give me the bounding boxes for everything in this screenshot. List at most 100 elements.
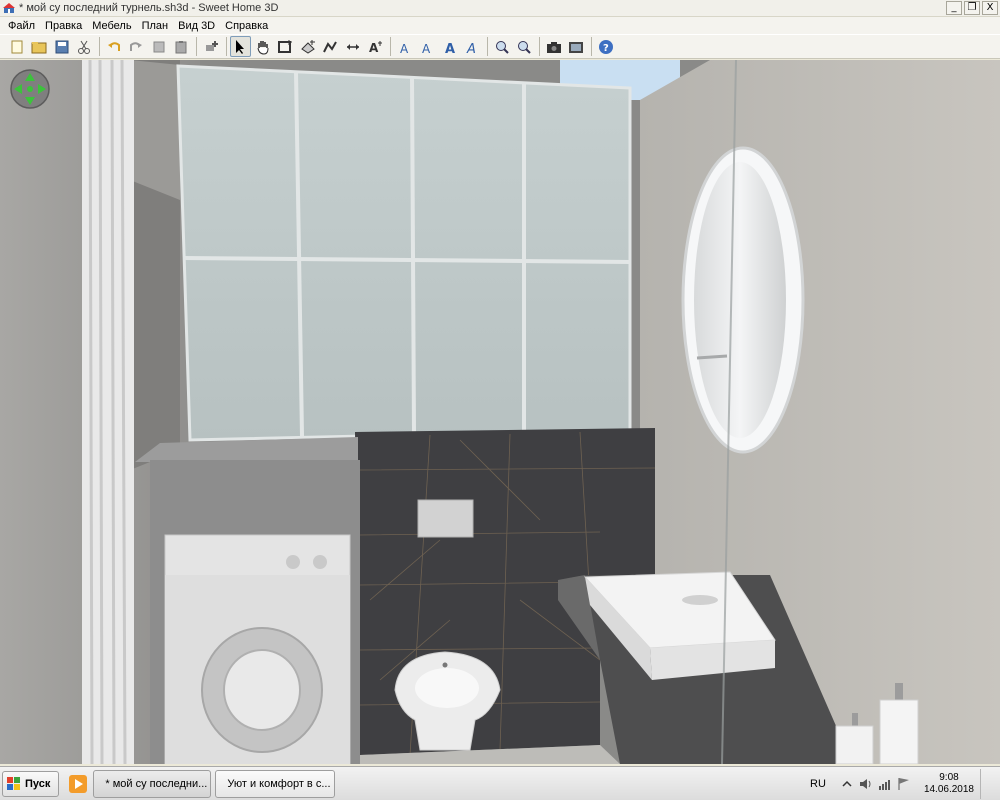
svg-text:A: A (400, 42, 409, 55)
chevron-up-icon[interactable] (840, 777, 854, 791)
create-photo-button[interactable] (543, 36, 564, 57)
taskbar: Пуск * мой су последни... Y Уют и комфор… (0, 766, 1000, 800)
pan-mode-button[interactable] (252, 36, 273, 57)
create-dimensions-button[interactable] (342, 36, 363, 57)
redo-icon (130, 41, 142, 51)
taskbar-item-label: Уют и комфорт в с... (227, 777, 331, 790)
open-button[interactable] (29, 36, 50, 57)
windows-logo-icon (7, 776, 20, 790)
increase-text-icon: A (400, 42, 409, 55)
3d-view-canvas[interactable] (0, 60, 1000, 764)
close-button[interactable]: X (982, 1, 998, 15)
create-polylines-button[interactable] (320, 36, 341, 57)
maximize-button[interactable]: ❐ (964, 1, 980, 15)
toolbar-separator (390, 37, 391, 56)
toolbar-separator (99, 37, 100, 56)
undo-icon (107, 41, 120, 51)
dimension-icon (346, 43, 359, 50)
add-text-button[interactable]: A (365, 36, 386, 57)
svg-text:A: A (422, 42, 431, 55)
svg-text:A: A (369, 41, 379, 55)
new-home-button[interactable] (6, 36, 27, 57)
zoom-in-button[interactable] (491, 36, 512, 57)
menu-plan[interactable]: План (137, 20, 174, 32)
select-mode-button[interactable] (229, 36, 251, 57)
save-button[interactable] (51, 36, 72, 57)
toolbar: A A A A A ? (0, 34, 1000, 59)
paste-button[interactable] (171, 36, 192, 57)
redo-button[interactable] (126, 36, 147, 57)
sweet-home-3d-icon (3, 3, 15, 13)
toolbar-separator (225, 37, 227, 56)
menu-3d-view[interactable]: Вид 3D (173, 20, 220, 32)
zoom-out-icon (518, 40, 531, 54)
italic-text-button[interactable]: A (462, 36, 483, 57)
bold-text-button[interactable]: A (439, 36, 460, 57)
cut-button[interactable] (74, 36, 95, 57)
clock-date: 14.06.2018 (923, 784, 974, 795)
media-player-launch[interactable] (67, 773, 89, 795)
decrease-text-button[interactable]: A (417, 36, 438, 57)
italic-text-icon: A (466, 42, 476, 55)
copy-button[interactable] (148, 36, 169, 57)
bold-text-icon: A (445, 42, 455, 55)
taskbar-item-sweet-home[interactable]: * мой су последни... (93, 769, 212, 798)
flush-plate (417, 499, 474, 538)
network-icon[interactable] (878, 777, 892, 791)
create-video-button[interactable] (566, 36, 587, 57)
menu-bar: Файл Правка Мебель План Вид 3D Справка (0, 17, 1000, 34)
window-title: * мой су последний турнель.sh3d - Sweet … (19, 2, 279, 14)
system-tray: RU 9:08 14.06.2018 (810, 767, 1000, 800)
round-mirror (681, 146, 805, 454)
toolbar-separator (591, 37, 592, 56)
video-icon (569, 41, 583, 53)
language-indicator[interactable]: RU (810, 778, 826, 790)
open-icon (31, 41, 47, 53)
add-furniture-button[interactable] (200, 36, 221, 57)
media-player-icon (69, 774, 88, 793)
menu-help[interactable]: Справка (220, 20, 273, 32)
create-walls-button[interactable] (275, 36, 296, 57)
svg-text:A: A (466, 42, 476, 55)
taskbar-item-label: * мой су последни... (105, 777, 208, 790)
start-label: Пуск (25, 777, 51, 790)
menu-furniture[interactable]: Мебель (87, 20, 136, 32)
toolbar-separator (539, 37, 540, 56)
room-icon (300, 39, 315, 54)
clock[interactable]: 9:08 14.06.2018 (924, 772, 974, 796)
clock-time: 9:08 (939, 772, 959, 783)
menu-file[interactable]: Файл (3, 20, 40, 32)
volume-icon[interactable] (859, 777, 873, 791)
minimize-button[interactable]: _ (946, 1, 962, 15)
hand-icon (257, 40, 268, 55)
frosted-window (176, 64, 632, 442)
menu-edit[interactable]: Правка (40, 20, 87, 32)
action-center-flag-icon[interactable] (897, 777, 911, 791)
zoom-in-icon (495, 40, 509, 54)
start-button[interactable]: Пуск (2, 770, 60, 797)
text-icon: A (369, 40, 382, 55)
bathroom-3d-scene[interactable] (0, 60, 1000, 764)
shower-curtain (82, 60, 134, 764)
increase-text-button[interactable]: A (394, 36, 415, 57)
add-furniture-icon (205, 40, 218, 51)
camera-icon (546, 41, 561, 53)
navigation-arrows-icon[interactable] (9, 68, 51, 110)
decrease-text-icon: A (422, 42, 431, 55)
zoom-out-button[interactable] (514, 36, 535, 57)
svg-text:A: A (445, 42, 455, 55)
svg-text:?: ? (603, 43, 609, 54)
toolbar-separator (196, 37, 197, 56)
left-wall-upper (130, 60, 180, 200)
undo-button[interactable] (103, 36, 124, 57)
taskbar-item-yandex[interactable]: Y Уют и комфорт в с... (215, 769, 336, 798)
create-rooms-button[interactable] (297, 36, 318, 57)
show-desktop-button[interactable] (980, 769, 994, 799)
select-arrow-icon (236, 39, 244, 54)
walls-icon (278, 39, 292, 53)
cut-icon (78, 40, 90, 54)
paste-icon (175, 40, 187, 53)
help-button[interactable]: ? (595, 36, 616, 57)
toolbar-separator (487, 37, 488, 56)
new-home-icon (11, 40, 22, 53)
